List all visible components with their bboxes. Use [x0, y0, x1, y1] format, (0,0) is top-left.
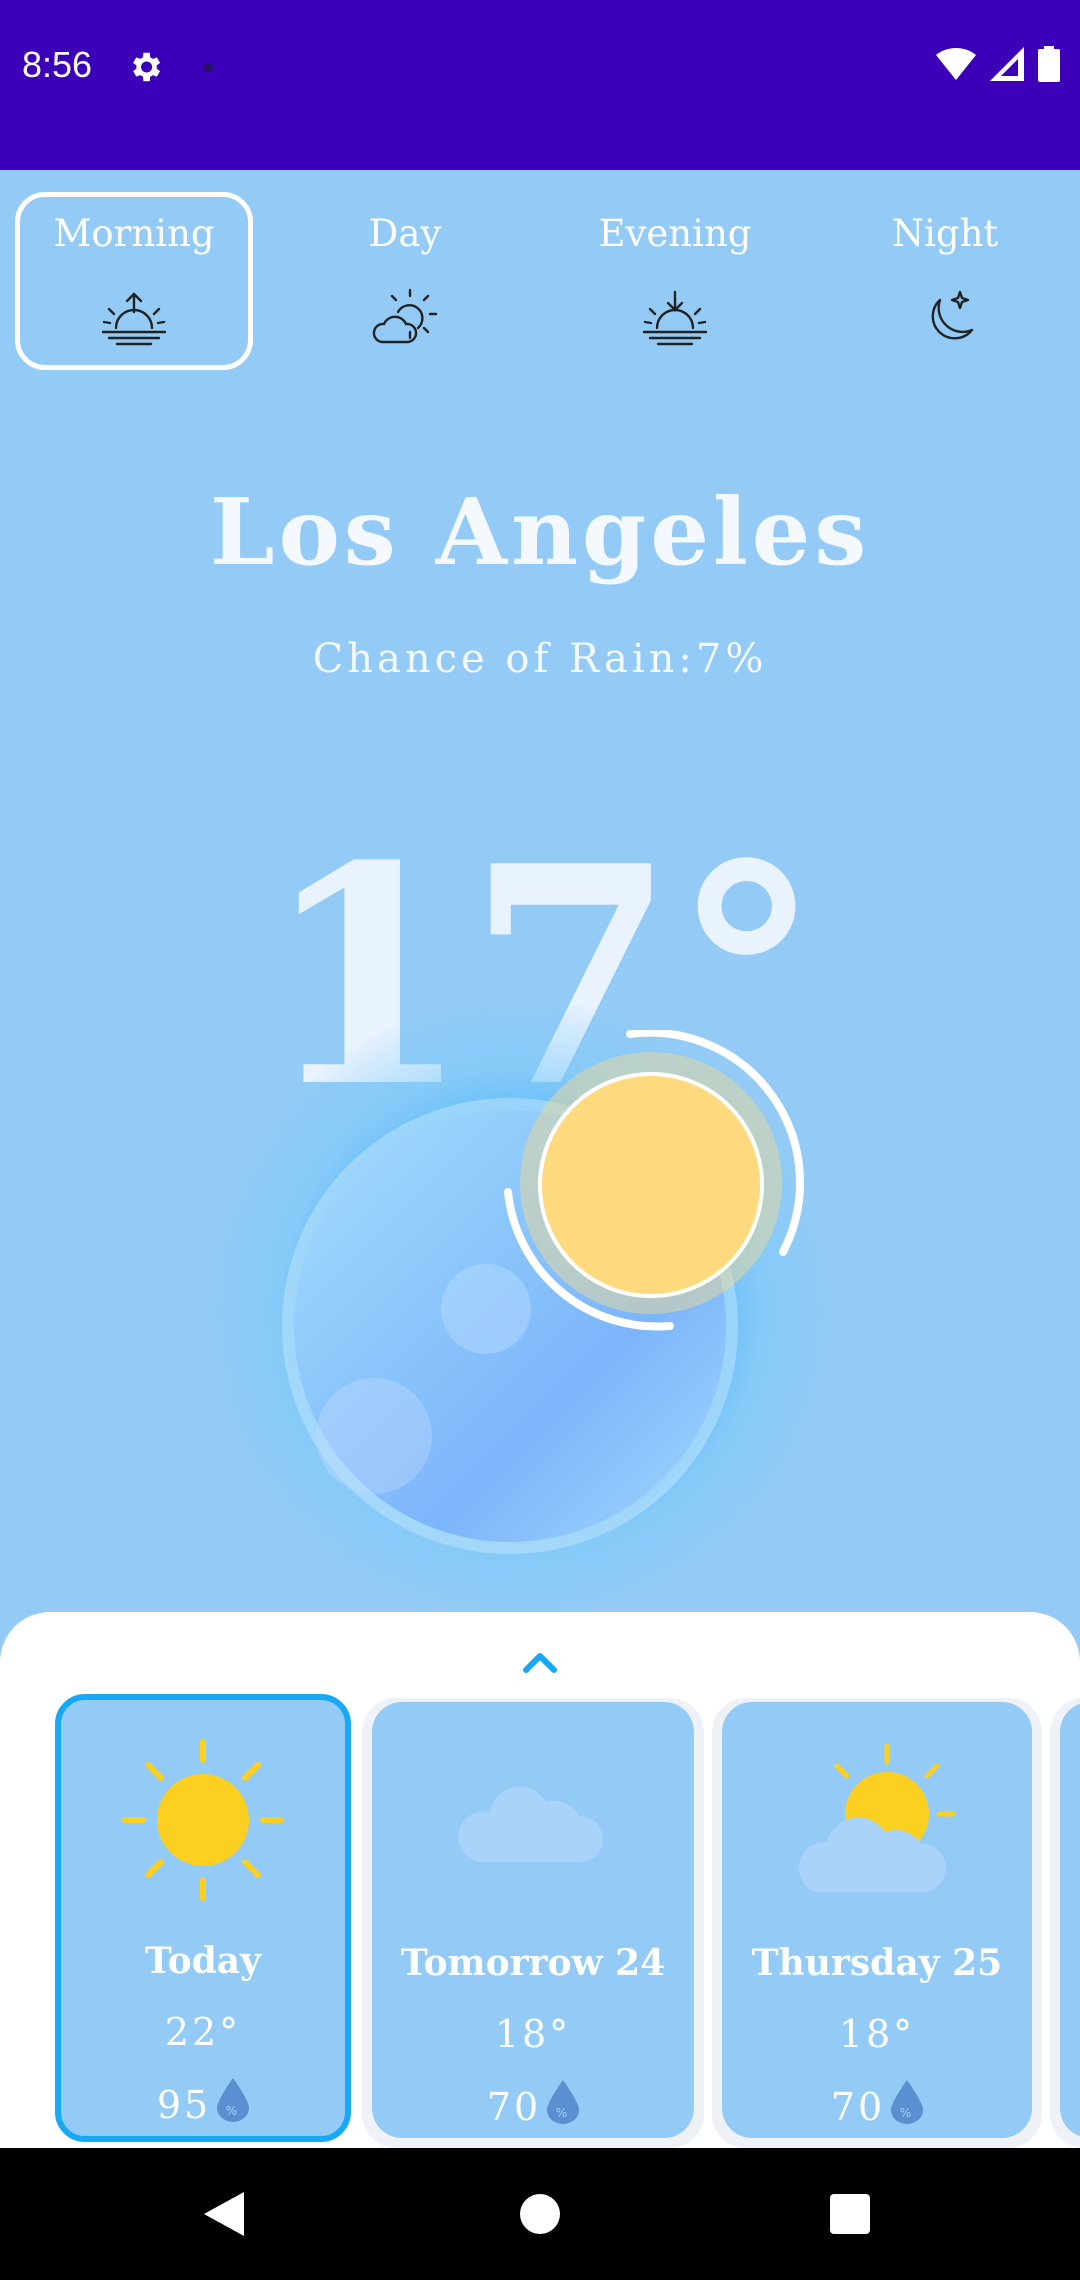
wifi-icon [936, 47, 976, 80]
forecast-humidity: 95% [61, 2078, 345, 2127]
notification-dot [204, 63, 213, 72]
chance-of-rain: Chance of Rain:7% [312, 636, 768, 682]
forecast-card-next[interactable] [1060, 1702, 1080, 2138]
home-icon[interactable] [520, 2194, 560, 2234]
tab-label: Morning [53, 212, 215, 255]
tab-evening[interactable]: Evening [556, 192, 794, 370]
forecast-list[interactable]: Today 22° 95% Tomorrow 24 18° 70% Thursd… [0, 1692, 1080, 2152]
signal-icon [990, 47, 1024, 81]
chevron-up-icon[interactable] [522, 1650, 558, 1674]
sunset-icon [642, 290, 708, 346]
tab-morning[interactable]: Morning [15, 192, 253, 370]
svg-text:%: % [556, 2106, 570, 2120]
forecast-humidity: 70% [722, 2080, 1032, 2129]
forecast-temp: 18° [494, 2012, 572, 2056]
forecast-sheet[interactable]: Today 22° 95% Tomorrow 24 18° 70% Thursd… [0, 1612, 1080, 2152]
forecast-card-today[interactable]: Today 22° 95% [55, 1694, 351, 2142]
moon-star-icon [931, 290, 974, 340]
forecast-temp: 22° [164, 2010, 242, 2054]
forecast-card-thursday[interactable]: Thursday 25 18° 70% [722, 1702, 1032, 2138]
navigation-bar [0, 2148, 1080, 2280]
svg-text:%: % [226, 2104, 240, 2118]
humidity-drop-icon: % [217, 2078, 250, 2122]
recents-icon[interactable] [830, 2194, 870, 2234]
partly-cloudy-icon [798, 1743, 956, 1892]
city-name: Los Angeles [209, 478, 871, 586]
forecast-humidity: 70% [372, 2080, 694, 2129]
back-icon[interactable] [204, 2192, 244, 2236]
forecast-day: Today [144, 1940, 262, 1982]
tab-night[interactable]: Night [826, 192, 1064, 370]
forecast-day: Tomorrow 24 [400, 1942, 666, 1984]
status-bar: 8:56 [0, 0, 1080, 170]
battery-icon [1038, 46, 1060, 82]
svg-text:%: % [900, 2106, 914, 2120]
forecast-card-tomorrow[interactable]: Tomorrow 24 18° 70% [372, 1702, 694, 2138]
humidity-drop-icon: % [547, 2080, 580, 2124]
status-time: 8:56 [22, 44, 93, 85]
sunrise-icon [101, 292, 167, 346]
tab-label: Night [891, 212, 999, 255]
tab-label: Day [368, 212, 442, 255]
period-tabs: Morning Day Evening Night [0, 192, 1080, 372]
humidity-drop-icon: % [891, 2080, 924, 2124]
forecast-day: Thursday 25 [751, 1942, 1003, 1984]
tab-label: Evening [598, 212, 752, 255]
tab-day[interactable]: Day [286, 192, 524, 370]
gear-icon [133, 52, 161, 82]
forecast-temp: 18° [838, 2012, 916, 2056]
sun-icon [122, 1739, 284, 1901]
cloud-icon [458, 1786, 604, 1862]
sun-cloud-icon [372, 288, 438, 344]
